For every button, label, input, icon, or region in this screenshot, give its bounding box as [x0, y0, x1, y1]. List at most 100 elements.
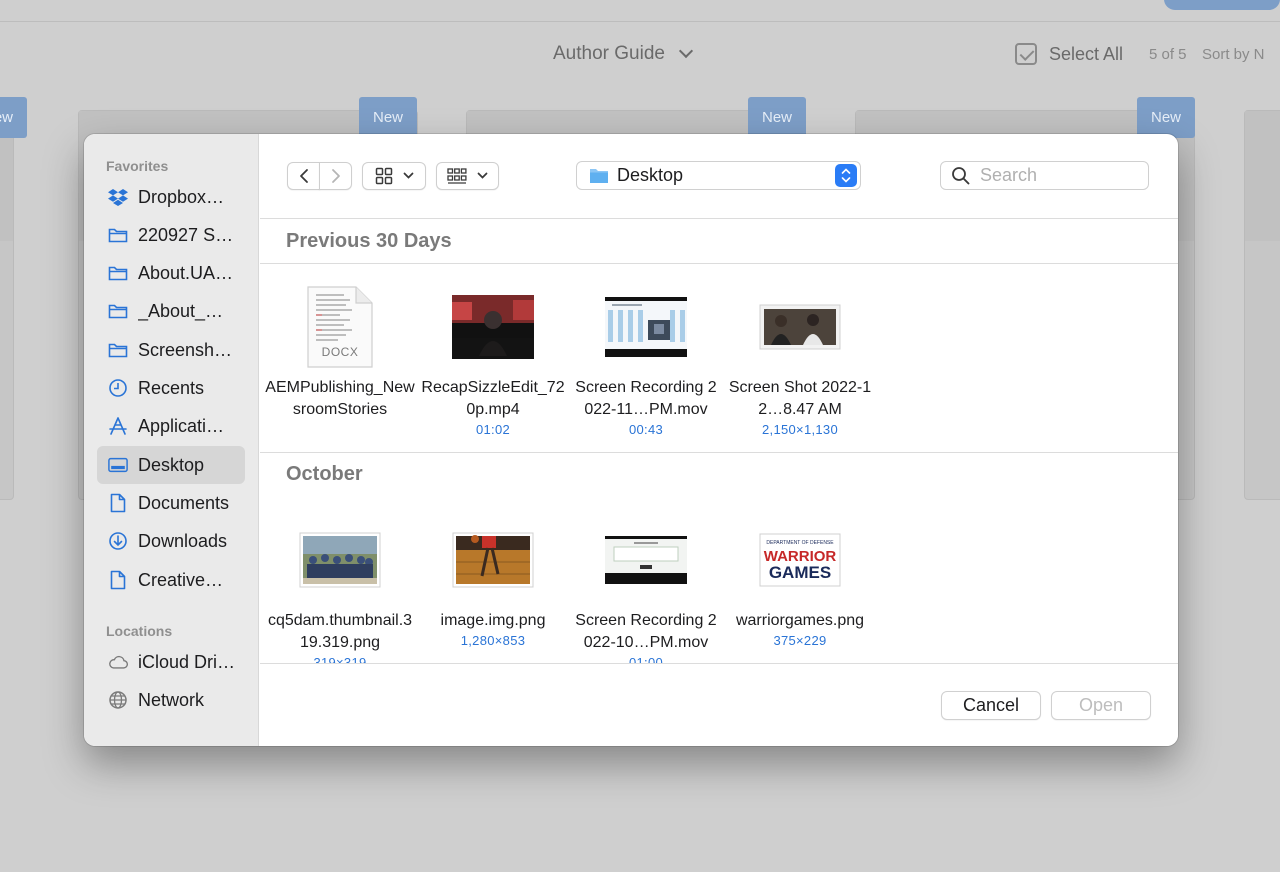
group-header-october: October: [286, 462, 363, 485]
file-item[interactable]: DEPARTMENT OF DEFENSE WARRIOR GAMES warr…: [725, 514, 875, 648]
file-meta: 2,150×1,130: [762, 422, 838, 437]
folder-icon: [108, 263, 128, 283]
open-file-dialog: Favorites Dropbox… 220927 S… About.UA… _…: [84, 134, 1178, 746]
docx-thumbnail: [265, 281, 415, 373]
file-name: Screen Recording 2022-10…PM.mov: [575, 612, 717, 651]
screen-recording-thumbnail: [571, 281, 721, 373]
sidebar-item-dropbox[interactable]: Dropbox…: [97, 178, 245, 216]
file-name: Screen Shot 2022-12…8.47 AM: [728, 379, 872, 418]
folder-icon: [108, 225, 128, 245]
file-icon: [108, 570, 128, 590]
background-count: 5 of 5: [1149, 46, 1187, 63]
open-button[interactable]: Open: [1051, 691, 1151, 720]
chevron-down-icon: [678, 43, 694, 59]
folder-icon: [108, 301, 128, 321]
view-mode-button[interactable]: [362, 162, 426, 190]
sidebar-item-applications[interactable]: Applicati…: [97, 407, 245, 445]
background-page-title: Author Guide: [553, 43, 694, 65]
file-browser: Desktop Previous 30 Days: [260, 134, 1178, 746]
sidebar-item-folder[interactable]: Screensh…: [97, 331, 245, 369]
sidebar-item-folder[interactable]: 220927 S…: [97, 216, 245, 254]
file-meta: 375×229: [773, 633, 827, 648]
background-new-badge: New: [359, 97, 417, 138]
chevron-down-icon: [403, 172, 413, 179]
file-item[interactable]: cq5dam.thumbnail.319.319.png 319×319: [265, 514, 415, 670]
sidebar-item-icloud-drive[interactable]: iCloud Dri…: [97, 643, 245, 681]
document-icon: [108, 493, 128, 513]
search-icon: [952, 167, 970, 185]
search-field[interactable]: [940, 161, 1149, 190]
chevron-right-icon: [331, 169, 340, 183]
sidebar-item-desktop[interactable]: Desktop: [97, 446, 245, 484]
sidebar-item-label: Network: [138, 689, 205, 710]
sidebar-item-folder[interactable]: _About_…: [97, 292, 245, 330]
file-item[interactable]: Screen Recording 2022-10…PM.mov 01:00: [571, 514, 721, 670]
background-card: [0, 110, 14, 500]
sidebar-item-label: Creative…: [138, 569, 224, 590]
clock-icon: [108, 378, 128, 398]
icon-grid-icon: [375, 167, 392, 185]
sidebar-item-label: Desktop: [138, 454, 205, 475]
dialog-toolbar: Desktop: [260, 134, 1178, 219]
sidebar: Favorites Dropbox… 220927 S… About.UA… _…: [84, 134, 259, 746]
photo-thumbnail: [265, 514, 415, 606]
dropbox-icon: [108, 187, 128, 207]
globe-icon: [108, 690, 128, 710]
sidebar-item-documents[interactable]: Documents: [97, 484, 245, 522]
folder-icon: [108, 340, 128, 360]
sidebar-item-label: Recents: [138, 377, 205, 398]
background-new-badge: New: [1137, 97, 1195, 138]
photo-thumbnail: [418, 514, 568, 606]
group-by-button[interactable]: [436, 162, 499, 190]
video-thumbnail: [418, 281, 568, 373]
dialog-footer: Cancel Open: [260, 663, 1178, 746]
file-name: Screen Recording 2022-11…PM.mov: [575, 379, 717, 418]
file-item[interactable]: RecapSizzleEdit_720p.mp4 01:02: [418, 281, 568, 437]
background-card: [1244, 110, 1280, 500]
sidebar-item-label: Downloads: [138, 530, 228, 551]
location-label: Desktop: [617, 165, 684, 185]
file-item[interactable]: Screen Shot 2022-12…8.47 AM 2,150×1,130: [725, 281, 875, 437]
file-meta: 01:02: [475, 422, 511, 437]
logo-top-text: DEPARTMENT OF DEFENSE: [766, 540, 834, 546]
background-select-all: Select All: [1015, 43, 1123, 65]
warrior-games-logo: DEPARTMENT OF DEFENSE WARRIOR GAMES: [725, 514, 875, 606]
cancel-button[interactable]: Cancel: [941, 691, 1041, 720]
sidebar-section-favorites: Favorites: [106, 158, 169, 174]
sidebar-item-label: Dropbox…: [138, 186, 225, 207]
background-new-badge: ew: [0, 97, 27, 138]
sidebar-item-recents[interactable]: Recents: [97, 369, 245, 407]
forward-button[interactable]: [319, 162, 352, 190]
background-title-text: Author Guide: [553, 43, 665, 64]
file-item[interactable]: DOCX AEMPublishing_NewsroomStories: [265, 281, 415, 421]
screen-recording-thumbnail: [571, 514, 721, 606]
file-item[interactable]: Screen Recording 2022-11…PM.mov 00:43: [571, 281, 721, 437]
chevron-down-icon: [477, 172, 488, 179]
file-name: AEMPublishing_NewsroomStories: [265, 379, 415, 418]
sidebar-item-downloads[interactable]: Downloads: [97, 522, 245, 560]
sidebar-item-folder[interactable]: About.UA…: [97, 254, 245, 292]
file-name: RecapSizzleEdit_720p.mp4: [421, 379, 565, 418]
search-input[interactable]: [980, 165, 1130, 186]
file-name: warriorgames.png: [735, 612, 865, 629]
background-top-bar: [0, 0, 1280, 22]
sidebar-item-label: 220927 S…: [138, 224, 234, 245]
file-name: image.img.png: [440, 612, 546, 629]
sidebar-item-creative-cloud[interactable]: Creative…: [97, 561, 245, 599]
chevron-left-icon: [299, 169, 308, 183]
sidebar-item-label: Documents: [138, 492, 230, 513]
applications-icon: [108, 416, 128, 436]
downloads-icon: [108, 531, 128, 551]
sidebar-item-label: Screensh…: [138, 339, 233, 360]
location-popup[interactable]: Desktop: [576, 161, 861, 190]
group-header-previous-30-days: Previous 30 Days: [260, 220, 1178, 264]
back-button[interactable]: [287, 162, 320, 190]
checkbox-icon: [1015, 43, 1037, 65]
sidebar-item-label: Applicati…: [138, 415, 225, 436]
sidebar-item-label: iCloud Dri…: [138, 651, 236, 672]
file-item[interactable]: image.img.png 1,280×853: [418, 514, 568, 648]
sidebar-item-network[interactable]: Network: [97, 681, 245, 719]
desktop-folder-icon: [590, 169, 608, 183]
group-grid-icon: [447, 168, 467, 184]
desktop-icon: [108, 455, 128, 475]
